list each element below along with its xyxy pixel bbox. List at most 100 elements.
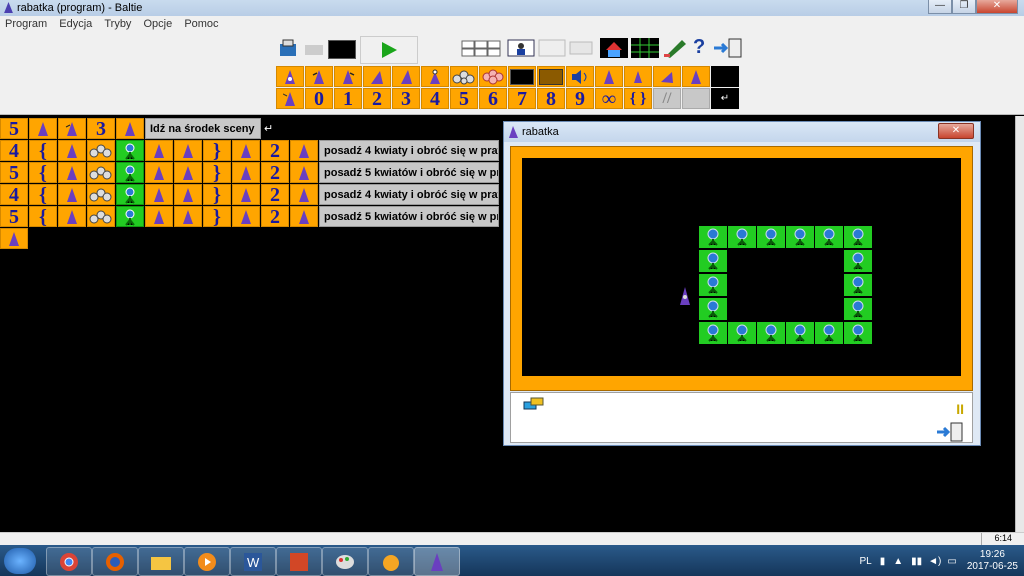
wizard-icon[interactable]: [232, 184, 260, 205]
rocks-icon[interactable]: [87, 140, 115, 161]
clock[interactable]: 19:26 2017-06-25: [967, 549, 1018, 573]
maximize-button[interactable]: ❐: [952, 0, 976, 14]
menu-edycja[interactable]: Edycja: [54, 16, 96, 30]
vertical-scrollbar[interactable]: [1015, 116, 1024, 532]
grid-view-icon[interactable]: [461, 40, 503, 57]
brace-cell[interactable]: {: [29, 140, 57, 161]
number-6[interactable]: 6: [479, 88, 507, 109]
number-cell[interactable]: 2: [261, 140, 289, 161]
brace-cell[interactable]: }: [203, 140, 231, 161]
teacher-icon[interactable]: [507, 38, 535, 58]
wizard-icon[interactable]: [58, 140, 86, 161]
objects-icon[interactable]: [538, 38, 566, 58]
comment-symbol[interactable]: //: [653, 88, 681, 109]
number-5[interactable]: 5: [450, 88, 478, 109]
wizard-icon[interactable]: [290, 162, 318, 183]
comment-cell[interactable]: posadź 5 kwiatów i obróć się w prawo: [319, 206, 499, 227]
signal-icon[interactable]: ▮▮: [911, 556, 922, 567]
taskbar-paint-icon[interactable]: [322, 547, 368, 576]
number-1[interactable]: 1: [334, 88, 362, 109]
wizard-icon[interactable]: [58, 184, 86, 205]
flower-icon[interactable]: [116, 162, 144, 183]
rocks-icon[interactable]: [87, 184, 115, 205]
taskbar-firefox-icon[interactable]: [92, 547, 138, 576]
number-cell[interactable]: 2: [261, 162, 289, 183]
battery-icon[interactable]: ▭: [947, 556, 956, 567]
run-button[interactable]: [360, 36, 418, 64]
wizard-icon[interactable]: [145, 184, 173, 205]
exit-icon[interactable]: [712, 38, 742, 58]
comment-cell[interactable]: posadź 4 kwiaty i obróć się w prawo: [319, 140, 499, 161]
brace-cell[interactable]: }: [203, 162, 231, 183]
brace-cell[interactable]: }: [203, 206, 231, 227]
close-button[interactable]: ✕: [976, 0, 1018, 14]
wizard-start-icon[interactable]: [0, 228, 28, 249]
speaker-icon[interactable]: [566, 66, 594, 87]
wizard-icon[interactable]: [290, 206, 318, 227]
wizard-hat-icon[interactable]: [363, 66, 391, 87]
taskbar-media-icon[interactable]: [184, 547, 230, 576]
flower-icon[interactable]: [116, 184, 144, 205]
wizard-icon[interactable]: [174, 162, 202, 183]
wizard-fly-icon[interactable]: [653, 66, 681, 87]
taskbar-baltie-icon[interactable]: [414, 547, 460, 576]
wizard-walk-right-icon[interactable]: [392, 66, 420, 87]
rocks-icon[interactable]: [87, 162, 115, 183]
print-icon[interactable]: [303, 38, 325, 58]
network-icon[interactable]: ▮: [880, 556, 886, 567]
taskbar-scratch-icon[interactable]: [368, 547, 414, 576]
number-cell[interactable]: 4: [0, 140, 28, 161]
minimize-button[interactable]: —: [928, 0, 952, 14]
number-7[interactable]: 7: [508, 88, 536, 109]
number-4[interactable]: 4: [421, 88, 449, 109]
menu-program[interactable]: Program: [0, 16, 51, 30]
start-button[interactable]: [4, 548, 36, 574]
empty-command-slot[interactable]: [711, 66, 739, 87]
eraser-icon[interactable]: [523, 397, 545, 411]
wizard-icon[interactable]: [145, 140, 173, 161]
volume-icon[interactable]: ◄): [928, 556, 941, 567]
flower-icon[interactable]: [116, 206, 144, 227]
taskbar-chrome-icon[interactable]: [46, 547, 92, 576]
wizard-look-icon[interactable]: [421, 66, 449, 87]
paint-icon[interactable]: [662, 38, 690, 58]
house-icon[interactable]: [600, 38, 628, 58]
new-program-icon[interactable]: [278, 38, 300, 58]
number-8[interactable]: 8: [537, 88, 565, 109]
wizard-stand-icon[interactable]: [682, 66, 710, 87]
wizard-turn-right-icon[interactable]: [334, 66, 362, 87]
brace-cell[interactable]: {: [29, 162, 57, 183]
wizard-icon[interactable]: [232, 206, 260, 227]
number-cell[interactable]: 2: [261, 206, 289, 227]
rocks-icon[interactable]: [450, 66, 478, 87]
black-tile-icon[interactable]: [508, 66, 536, 87]
wizard-turn-left-icon[interactable]: [305, 66, 333, 87]
wizard-icon[interactable]: [145, 206, 173, 227]
menu-tryby[interactable]: Tryby: [99, 16, 135, 30]
menu-pomoc[interactable]: Pomoc: [179, 16, 222, 30]
enter-slot[interactable]: ↵: [711, 88, 739, 109]
help-icon[interactable]: ?: [693, 36, 709, 58]
number-cell[interactable]: 2: [261, 184, 289, 205]
comment-cell[interactable]: Idź na środek sceny: [145, 118, 261, 139]
wizard-icon[interactable]: [174, 184, 202, 205]
wizard-icon[interactable]: [290, 184, 318, 205]
tray-expand-icon[interactable]: ▲: [893, 556, 903, 567]
brace-cell[interactable]: {: [29, 184, 57, 205]
wizard-turn-left-icon[interactable]: [58, 118, 86, 139]
number-0[interactable]: 0: [305, 88, 333, 109]
flower-icon[interactable]: [116, 140, 144, 161]
number-cell[interactable]: 4: [0, 184, 28, 205]
wizard-walk-icon[interactable]: [116, 118, 144, 139]
scene-grid-icon[interactable]: [631, 38, 659, 58]
wizard-icon[interactable]: [290, 140, 318, 161]
flower-pot-icon[interactable]: [479, 66, 507, 87]
brace-cell[interactable]: }: [203, 184, 231, 205]
wizard-icon[interactable]: [174, 140, 202, 161]
pause-button[interactable]: II: [956, 401, 964, 417]
taskbar-explorer-icon[interactable]: [138, 547, 184, 576]
wizard-icon[interactable]: [145, 162, 173, 183]
wizard-icon[interactable]: [58, 206, 86, 227]
number-2[interactable]: 2: [363, 88, 391, 109]
number-cell[interactable]: 5: [0, 118, 28, 139]
